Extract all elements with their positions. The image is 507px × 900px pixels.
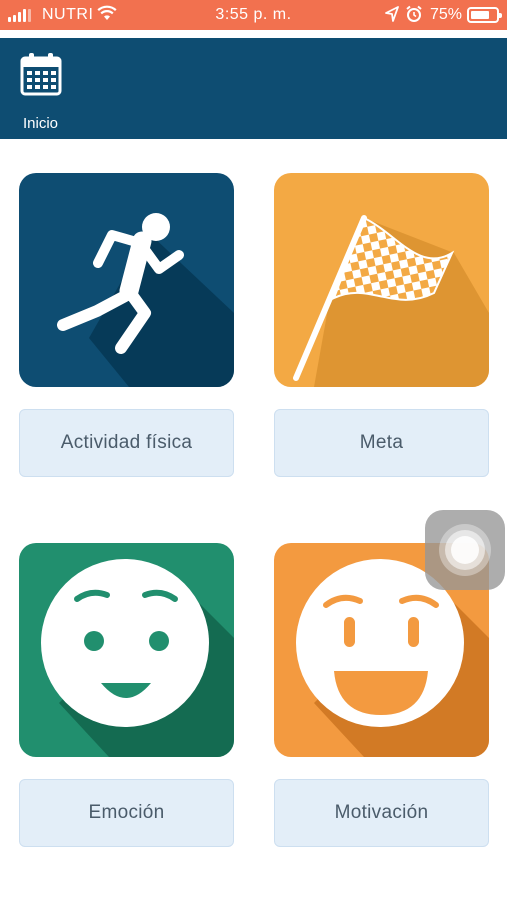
emotion-tile[interactable] [19, 543, 234, 757]
home-tab-label: Inicio [23, 115, 59, 132]
smiling-face-icon [41, 559, 234, 757]
motivation-button[interactable]: Motivación [274, 779, 489, 847]
home-tab[interactable]: Inicio [14, 48, 70, 132]
battery-percentage: 75% [430, 6, 463, 23]
goal-tile[interactable] [274, 173, 489, 387]
battery-icon [467, 7, 502, 23]
activity-tile[interactable] [19, 173, 234, 387]
status-bar: NUTRI 3:55 p. m. 75% [0, 0, 507, 30]
checkered-flag-icon [293, 215, 489, 387]
activity-button[interactable]: Actividad física [19, 409, 234, 477]
goal-button[interactable]: Meta [274, 409, 489, 477]
calendar-icon [20, 52, 62, 101]
location-arrow-icon [385, 6, 399, 27]
status-gap [0, 30, 507, 38]
assistive-touch-button[interactable] [425, 510, 505, 590]
runner-icon [57, 213, 234, 387]
alarm-clock-icon [405, 5, 423, 28]
app-header: Inicio [0, 38, 507, 139]
emotion-button[interactable]: Emoción [19, 779, 234, 847]
